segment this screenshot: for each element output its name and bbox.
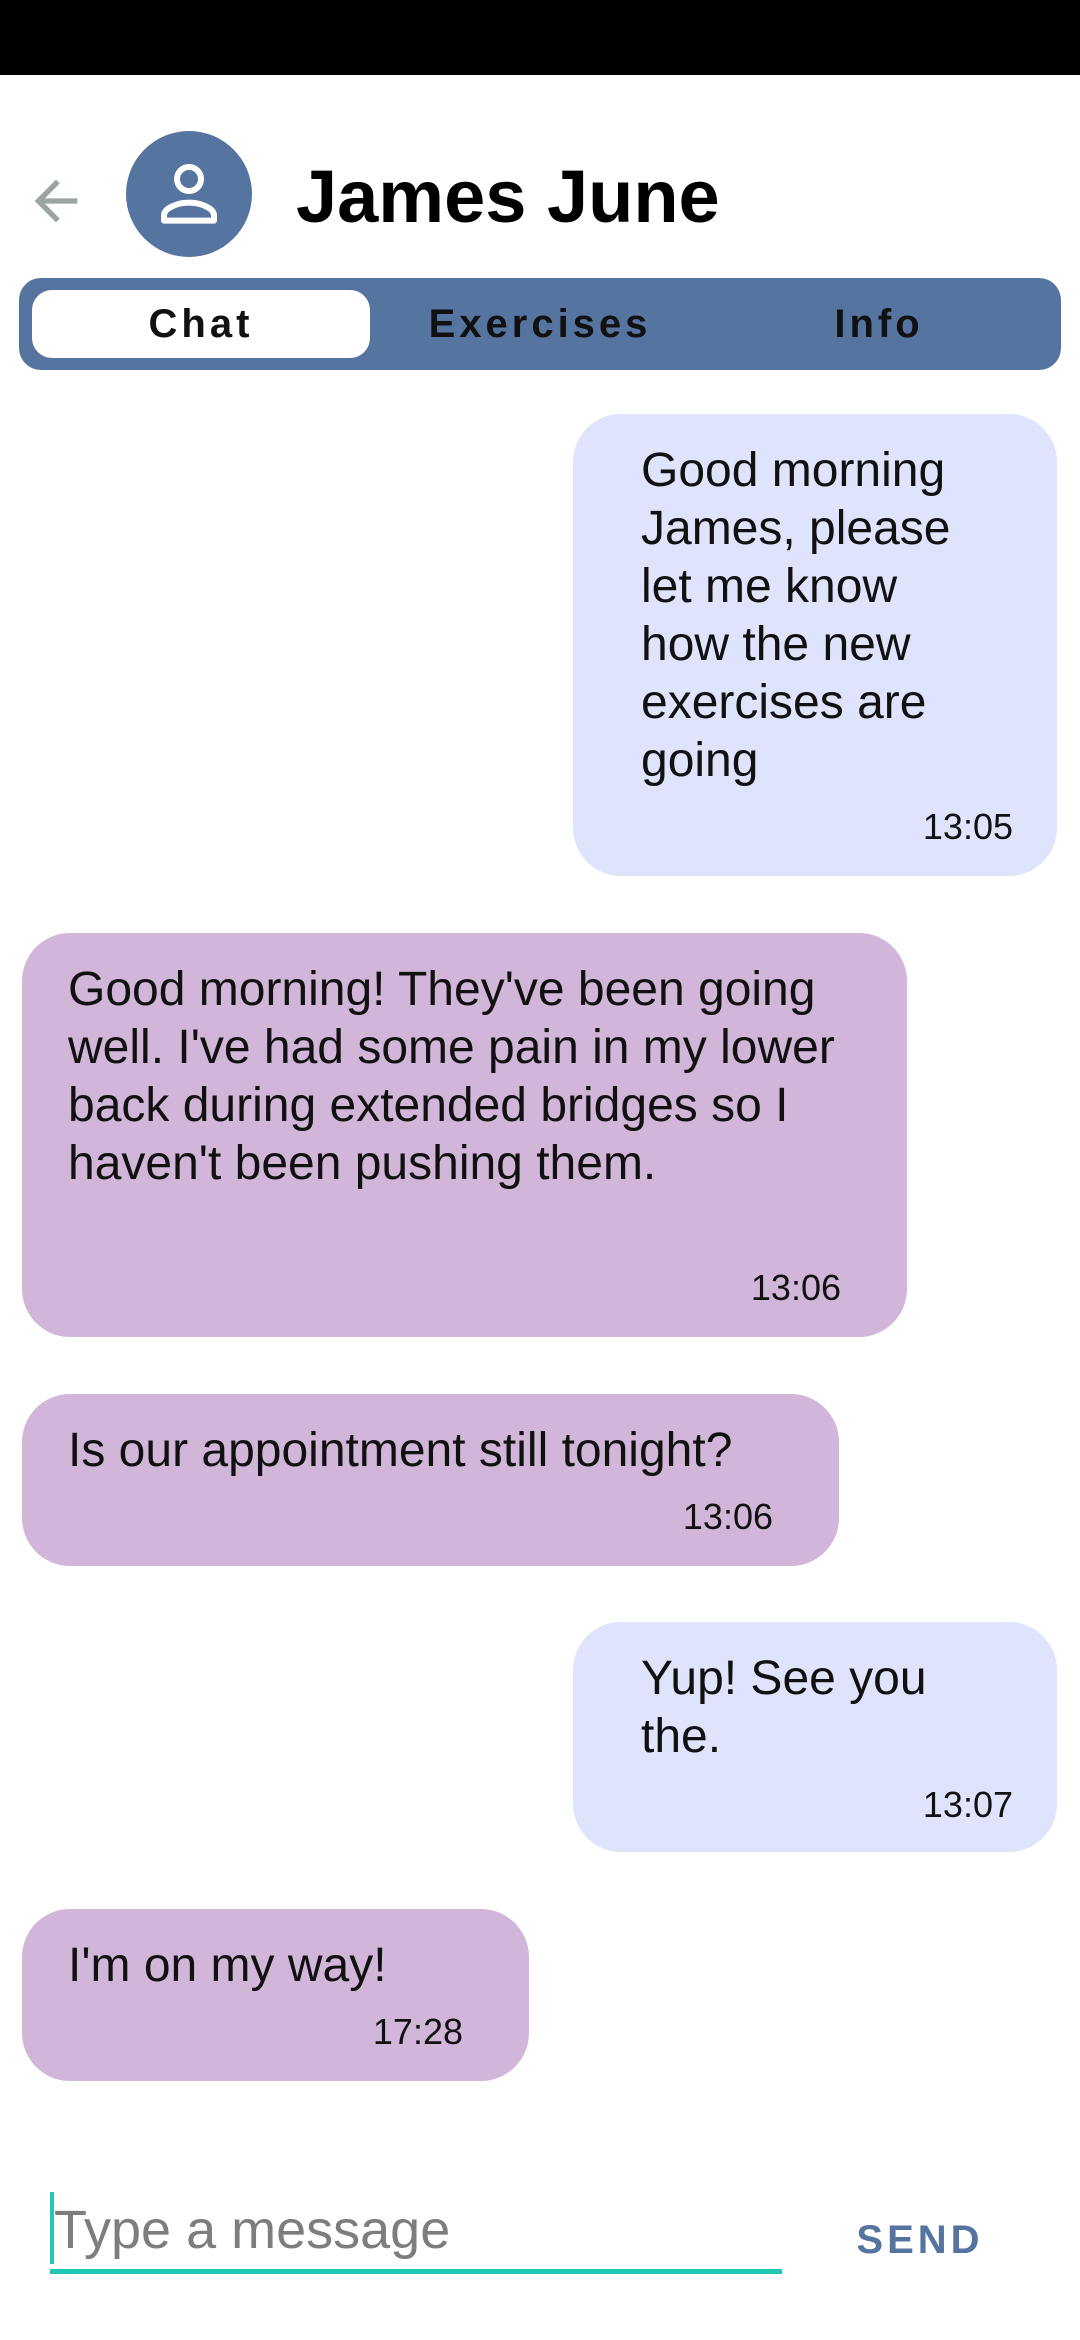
avatar[interactable] — [126, 131, 252, 257]
status-bar — [0, 0, 1080, 75]
person-icon — [161, 164, 217, 224]
message-text: Yup! See you the. — [641, 1652, 927, 1763]
arrow-left-icon — [34, 179, 78, 223]
send-button[interactable]: SEND — [840, 2200, 1000, 2280]
back-button[interactable] — [20, 165, 92, 237]
message-bubble-sent[interactable]: Yup! See you the. 13:07 — [573, 1622, 1057, 1852]
chat-header: James June — [0, 75, 1080, 275]
message-bubble-sent[interactable]: Good morning James, please let me know h… — [573, 414, 1057, 876]
message-bubble-received[interactable]: Is our appointment still tonight? 13:06 — [22, 1394, 839, 1566]
message-bubble-received[interactable]: Good morning! They've been going well. I… — [22, 933, 907, 1337]
message-time: 17:28 — [372, 2011, 463, 2052]
tab-chat[interactable]: Chat — [32, 290, 370, 358]
tab-exercises[interactable]: Exercises — [371, 290, 709, 358]
tab-bar: Chat Exercises Info — [19, 278, 1061, 370]
message-text: I'm on my way! — [68, 1939, 387, 1992]
message-input[interactable] — [50, 2190, 782, 2274]
message-text: Good morning! They've been going well. I… — [68, 963, 835, 1190]
message-bubble-received[interactable]: I'm on my way! 17:28 — [22, 1909, 529, 2081]
message-composer: SEND — [0, 2170, 1080, 2310]
message-time: 13:05 — [922, 806, 1013, 847]
message-time: 13:06 — [750, 1267, 841, 1308]
tab-info[interactable]: Info — [710, 290, 1048, 358]
text-cursor — [50, 2192, 54, 2264]
message-text: Is our appointment still tonight? — [68, 1424, 733, 1477]
message-time: 13:07 — [922, 1784, 1013, 1825]
message-time: 13:06 — [682, 1496, 773, 1537]
contact-name: James June — [296, 155, 720, 238]
message-text: Good morning James, please let me know h… — [641, 444, 951, 787]
